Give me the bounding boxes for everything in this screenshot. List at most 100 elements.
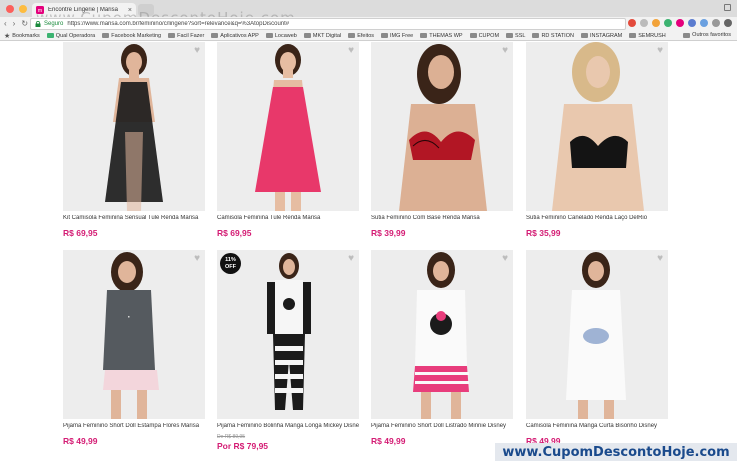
product-price: R$ 39,99 (371, 228, 406, 238)
folder-icon (683, 32, 691, 38)
folder-icon (211, 33, 219, 38)
product-name[interactable]: Sutiã Feminino Com Base Renda Marisa (371, 215, 513, 221)
nav-buttons: ‹ › ↻ (4, 19, 28, 28)
bookmark-item[interactable]: Facebook Marketing (102, 33, 161, 39)
bookmark-item[interactable]: IMG Free (381, 33, 413, 39)
bookmark-label: Locaweb (274, 32, 297, 39)
bookmark-label: Facebook Marketing (111, 32, 162, 39)
old-price: De R$ 89,95 (217, 434, 246, 440)
heart-icon[interactable]: ♥ (657, 253, 663, 264)
tab-close-icon[interactable]: × (128, 7, 132, 14)
heart-icon[interactable]: ♥ (348, 253, 354, 264)
product-name[interactable]: Pijama Feminino Short Doll Listrado Minn… (371, 423, 513, 429)
lock-icon (35, 21, 41, 27)
bookmark-item[interactable]: Locaweb (265, 32, 297, 39)
product-photo[interactable]: 11% OFF ♥ (217, 250, 359, 419)
product-card[interactable]: ♥ Camisola Feminina Tule Renda Marisa R$… (217, 42, 359, 238)
product-photo[interactable]: ♥ (63, 42, 205, 211)
product-photo[interactable]: · ♥ (63, 250, 205, 419)
back-icon[interactable]: ‹ (4, 19, 7, 28)
folder-icon (348, 33, 356, 38)
bookmark-item[interactable]: Aplicativos APP (211, 33, 259, 39)
product-photo[interactable]: ♥ (526, 42, 668, 211)
extension-icon[interactable] (628, 19, 636, 27)
product-name[interactable]: Kit Camisola Feminina Sensual Tule Renda… (63, 215, 205, 221)
extension-icon[interactable] (688, 19, 696, 27)
bookmark-star-icon[interactable] (640, 19, 648, 27)
heart-icon[interactable]: ♥ (194, 253, 200, 264)
product-name[interactable]: Sutiã Feminino Canelado Renda Laço DelRi… (526, 215, 668, 221)
heart-icon[interactable]: ♥ (502, 253, 508, 264)
close-window-icon[interactable] (6, 5, 14, 13)
heart-icon[interactable]: ♥ (348, 45, 354, 56)
bookmark-item[interactable]: Facil Fazer (168, 33, 204, 39)
heart-icon[interactable]: ♥ (502, 45, 508, 56)
product-card[interactable]: ♥ Sutiã Feminino Canelado Renda Laço Del… (526, 42, 668, 238)
reload-icon[interactable]: ↻ (21, 19, 28, 28)
url-text[interactable]: https://www.marisa.com.br/feminino/c/lin… (67, 21, 289, 27)
product-name[interactable]: Pijama Feminino Short Doll Estampa Flore… (63, 423, 205, 429)
bookmark-item[interactable]: ★ Bookmarks (4, 32, 40, 40)
product-price: R$ 69,95 (63, 228, 98, 238)
bookmark-item[interactable]: SEMRUSH (629, 33, 666, 39)
product-card[interactable]: ♥ Pijama Feminino Short Doll Listrado Mi… (371, 250, 513, 446)
address-bar[interactable]: Seguro https://www.marisa.com.br/feminin… (30, 18, 626, 30)
bookmark-label: SEMRUSH (638, 32, 666, 39)
model-image (217, 42, 359, 211)
bookmarks-bar: ★ Bookmarks Qual Operadora Facebook Marke… (0, 31, 737, 41)
product-photo[interactable]: ♥ (526, 250, 668, 419)
product-price: R$ 69,95 (217, 228, 252, 238)
bookmark-item[interactable]: Efeitos (348, 33, 374, 39)
product-price: R$ 49,99 (63, 436, 98, 446)
product-name[interactable]: Camisola Feminina Tule Renda Marisa (217, 215, 359, 221)
model-image (526, 250, 668, 419)
product-card[interactable]: · ♥ Pijama Feminino Short Doll Estampa F… (63, 250, 205, 446)
page-icon (46, 33, 54, 38)
extension-icon[interactable] (712, 19, 720, 27)
marisa-favicon-icon: m (36, 6, 44, 14)
product-card[interactable]: ♥ Kit Camisola Feminina Sensual Tule Ren… (63, 42, 205, 238)
bookmark-label: Efeitos (357, 32, 375, 39)
browser-tab-bar: m Encontre Lingerie | Marisa × (0, 0, 737, 17)
minimize-window-icon[interactable] (19, 5, 27, 13)
extension-icon[interactable] (652, 19, 660, 27)
heart-icon[interactable]: ♥ (657, 45, 663, 56)
bookmark-label: THEMAS WP (429, 32, 463, 39)
profile-icon[interactable] (724, 4, 731, 11)
new-tab-button[interactable] (138, 4, 154, 16)
extension-icon[interactable] (676, 19, 684, 27)
forward-icon[interactable]: › (13, 19, 16, 28)
browser-tab[interactable]: m Encontre Lingerie | Marisa × (32, 3, 136, 17)
bookmark-item[interactable]: SSL (506, 33, 525, 39)
bookmark-label: CUPOM (478, 32, 500, 39)
bookmark-label: Bookmarks (12, 32, 40, 39)
product-photo[interactable]: ♥ (217, 42, 359, 211)
extension-icon[interactable] (664, 19, 672, 27)
bookmark-item[interactable]: MKT Digital (303, 33, 341, 39)
product-card[interactable]: 11% OFF ♥ Pijama Feminino Bolinha Manga … (217, 250, 359, 451)
bookmark-item[interactable]: CUPOM (469, 32, 500, 39)
folder-icon (303, 33, 311, 38)
product-card[interactable]: ♥ Sutiã Feminino Com Base Renda Marisa R… (371, 42, 513, 238)
other-bookmarks[interactable]: Outros favoritos (683, 32, 731, 38)
product-name[interactable]: Camisola Feminina Manga Curta Bisonho Di… (526, 423, 668, 429)
bookmark-item[interactable]: INSTAGRAM (580, 33, 622, 39)
model-image (217, 250, 359, 419)
bookmark-item[interactable]: RD STATION (532, 33, 574, 39)
product-price: R$ 35,99 (526, 228, 561, 238)
svg-text:m: m (38, 8, 42, 14)
heart-icon[interactable]: ♥ (194, 45, 200, 56)
product-photo[interactable]: ♥ (371, 250, 513, 419)
product-card[interactable]: ♥ Camisola Feminina Manga Curta Bisonho … (526, 250, 668, 446)
model-image (63, 42, 205, 211)
product-photo[interactable]: ♥ (371, 42, 513, 211)
folder-icon (629, 33, 637, 38)
folder-icon (102, 33, 110, 38)
bookmark-item[interactable]: Qual Operadora (46, 33, 95, 39)
menu-icon[interactable] (724, 19, 732, 27)
bookmark-label: Outros favoritos (692, 32, 731, 38)
product-name[interactable]: Pijama Feminino Bolinha Manga Longa Mick… (217, 423, 359, 429)
bookmark-label: RD STATION (541, 32, 574, 39)
bookmark-item[interactable]: THEMAS WP (420, 32, 463, 39)
extension-icon[interactable] (700, 19, 708, 27)
